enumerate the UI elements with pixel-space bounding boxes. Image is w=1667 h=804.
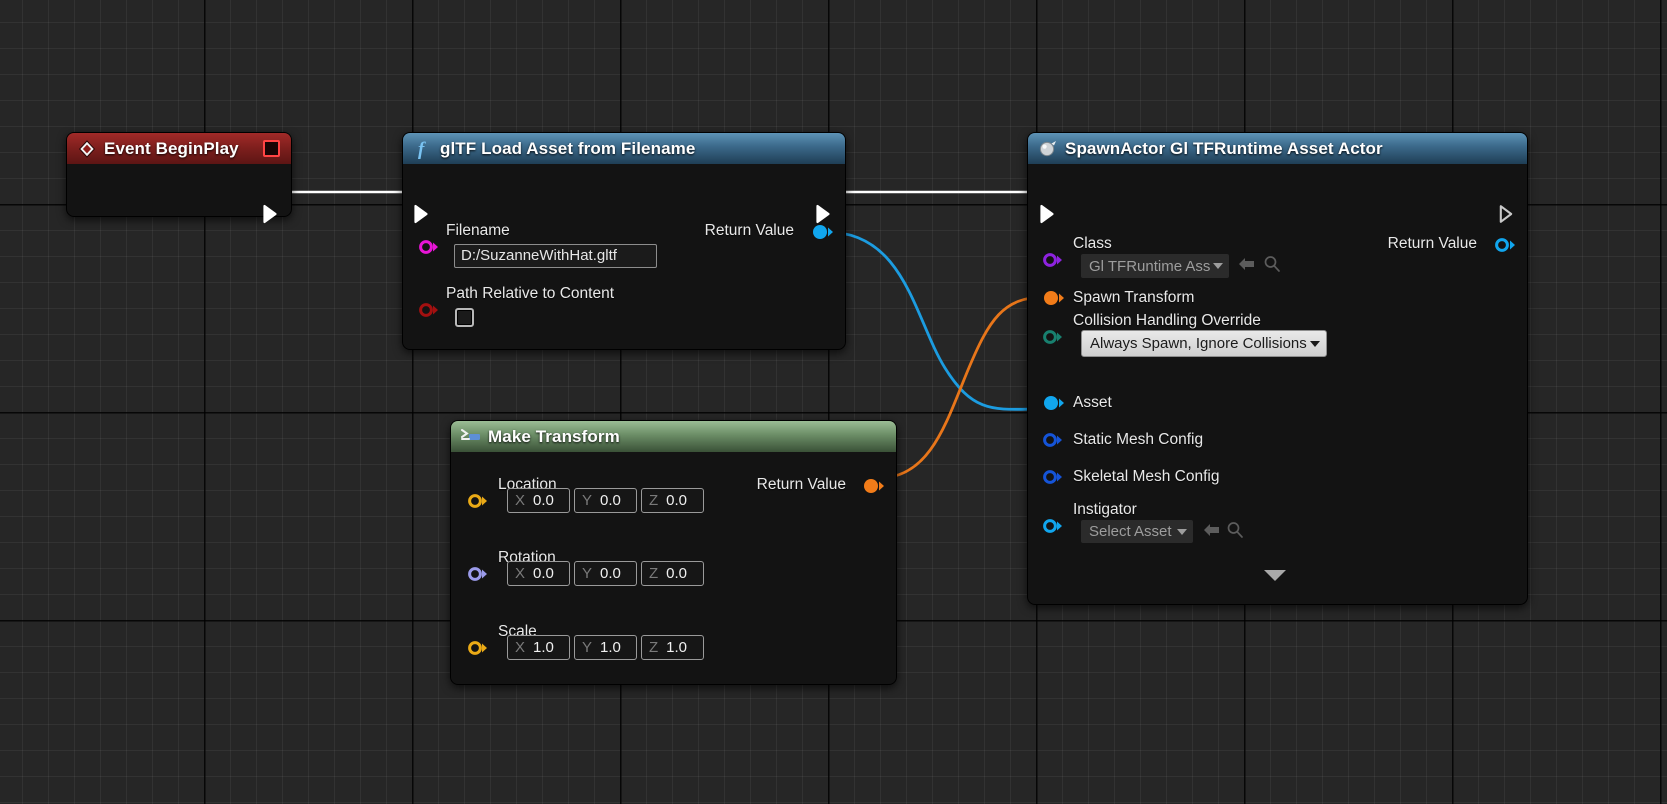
scale-x-value: 1.0	[533, 639, 554, 656]
chevron-down-icon	[1213, 263, 1223, 269]
location-z-value: 0.0	[666, 492, 688, 509]
instigator-select[interactable]: Select Asset	[1081, 520, 1193, 543]
node-event-begin-play[interactable]: Event BeginPlay	[66, 132, 292, 224]
scale-z-value: 1.0	[666, 639, 688, 656]
exec-output-pin[interactable]	[816, 204, 832, 224]
node-title: glTF Load Asset from Filename	[440, 138, 696, 158]
input-pin-static-mesh-config[interactable]	[1043, 432, 1062, 448]
instigator-search-icon[interactable]	[1225, 520, 1245, 540]
blueprint-graph-canvas[interactable]: Event BeginPlay f glTF Load Asset from F…	[0, 0, 1667, 804]
function-f-icon: f	[413, 139, 433, 159]
location-x-value: 0.0	[533, 492, 554, 509]
input-pin-location[interactable]	[468, 493, 487, 509]
axis-label-y: Y	[582, 565, 593, 582]
input-label-collision-handling-override: Collision Handling Override	[1073, 312, 1261, 329]
exec-input-pin[interactable]	[1040, 204, 1056, 224]
output-pin-return-value[interactable]	[1494, 237, 1515, 253]
rotation-x-value: 0.0	[533, 565, 554, 582]
exec-output-pin[interactable]	[263, 204, 279, 224]
axis-label-y: Y	[582, 639, 593, 656]
output-label-return-value: Return Value	[704, 222, 794, 239]
input-pin-filename[interactable]	[419, 239, 438, 255]
input-label-filename: Filename	[446, 222, 510, 239]
input-pin-class[interactable]	[1043, 252, 1062, 268]
spawn-actor-icon	[1038, 139, 1058, 159]
node-spawn-actor-gltfruntime-asset-actor[interactable]: SpawnActor Gl TFRuntime Asset Actor Clas…	[1027, 132, 1528, 605]
wire-data-gltf-asset	[826, 230, 1046, 411]
node-header-event-begin-play[interactable]: Event BeginPlay	[67, 133, 291, 164]
collision-handling-override-select[interactable]: Always Spawn, Ignore Collisions	[1081, 330, 1327, 357]
scale-y-value: 1.0	[600, 639, 621, 656]
event-stop-badge[interactable]	[263, 140, 280, 157]
location-y-value: 0.0	[600, 492, 621, 509]
input-pin-skeletal-mesh-config[interactable]	[1043, 469, 1062, 485]
node-title: SpawnActor Gl TFRuntime Asset Actor	[1065, 138, 1383, 158]
path-relative-to-content-checkbox[interactable]	[455, 308, 474, 327]
input-label-class: Class	[1073, 235, 1112, 252]
rotation-z-input[interactable]: Z 0.0	[641, 561, 704, 586]
location-x-input[interactable]: X 0.0	[507, 488, 570, 513]
output-pin-return-value[interactable]	[812, 224, 833, 240]
collision-handling-override-value: Always Spawn, Ignore Collisions	[1090, 335, 1307, 352]
filename-input[interactable]: D:/SuzanneWithHat.gltf	[454, 244, 657, 268]
scale-x-input[interactable]: X 1.0	[507, 635, 570, 660]
scale-y-input[interactable]: Y 1.0	[574, 635, 637, 660]
node-header-make-transform[interactable]: Make Transform	[451, 421, 896, 452]
class-select-value: Gl TFRuntime Ass	[1089, 257, 1211, 275]
instigator-browse-back-button[interactable]	[1202, 520, 1222, 540]
rotation-x-input[interactable]: X 0.0	[507, 561, 570, 586]
output-pin-return-value[interactable]	[863, 478, 884, 494]
axis-label-x: X	[515, 639, 526, 656]
input-pin-instigator[interactable]	[1043, 518, 1062, 534]
input-pin-rotation[interactable]	[468, 566, 487, 582]
input-pin-collision-handling-override[interactable]	[1043, 329, 1062, 345]
axis-label-z: Z	[649, 492, 659, 509]
location-y-input[interactable]: Y 0.0	[574, 488, 637, 513]
node-expand-chevron-down-icon[interactable]	[1264, 570, 1286, 581]
axis-label-x: X	[515, 565, 526, 582]
class-browse-back-button[interactable]	[1237, 254, 1257, 274]
rotation-y-value: 0.0	[600, 565, 621, 582]
axis-label-y: Y	[582, 492, 593, 509]
input-label-path-relative-to-content: Path Relative to Content	[446, 285, 615, 302]
exec-input-pin[interactable]	[414, 204, 430, 224]
input-label-asset: Asset	[1073, 394, 1112, 411]
input-pin-spawn-transform[interactable]	[1043, 290, 1064, 306]
rotation-z-value: 0.0	[666, 565, 688, 582]
axis-label-z: Z	[649, 639, 659, 656]
chevron-down-icon	[1177, 528, 1187, 535]
output-label-return-value: Return Value	[1387, 235, 1477, 252]
svg-text:f: f	[418, 139, 426, 159]
input-pin-path-relative-to-content[interactable]	[419, 302, 438, 318]
class-select[interactable]: Gl TFRuntime Ass	[1081, 254, 1229, 278]
input-label-spawn-transform: Spawn Transform	[1073, 289, 1195, 306]
location-z-input[interactable]: Z 0.0	[641, 488, 704, 513]
node-gltf-load-asset-from-filename[interactable]: f glTF Load Asset from Filename Filename	[402, 132, 846, 350]
node-make-transform[interactable]: Make Transform Location X 0.0 Y 0.0 Z 0.…	[450, 420, 897, 685]
input-label-instigator: Instigator	[1073, 501, 1137, 518]
axis-label-x: X	[515, 492, 526, 509]
node-title: Make Transform	[488, 426, 620, 446]
input-pin-asset[interactable]	[1043, 395, 1064, 411]
scale-z-input[interactable]: Z 1.0	[641, 635, 704, 660]
input-label-static-mesh-config: Static Mesh Config	[1073, 431, 1204, 448]
node-header-gltf-load-asset[interactable]: f glTF Load Asset from Filename	[403, 133, 845, 164]
exec-output-pin[interactable]	[1499, 204, 1515, 224]
input-label-skeletal-mesh-config: Skeletal Mesh Config	[1073, 468, 1220, 485]
output-label-return-value: Return Value	[756, 476, 846, 493]
class-search-icon[interactable]	[1262, 254, 1282, 274]
axis-label-z: Z	[649, 565, 659, 582]
wire-data-transform-spawntransform	[878, 295, 1046, 480]
rotation-y-input[interactable]: Y 0.0	[574, 561, 637, 586]
instigator-select-value: Select Asset	[1089, 523, 1172, 540]
node-header-spawn-actor[interactable]: SpawnActor Gl TFRuntime Asset Actor	[1028, 133, 1527, 164]
make-struct-icon	[461, 427, 481, 447]
event-diamond-icon	[77, 139, 97, 159]
node-title: Event BeginPlay	[104, 138, 239, 158]
input-pin-scale[interactable]	[468, 640, 487, 656]
chevron-down-icon	[1310, 340, 1320, 347]
